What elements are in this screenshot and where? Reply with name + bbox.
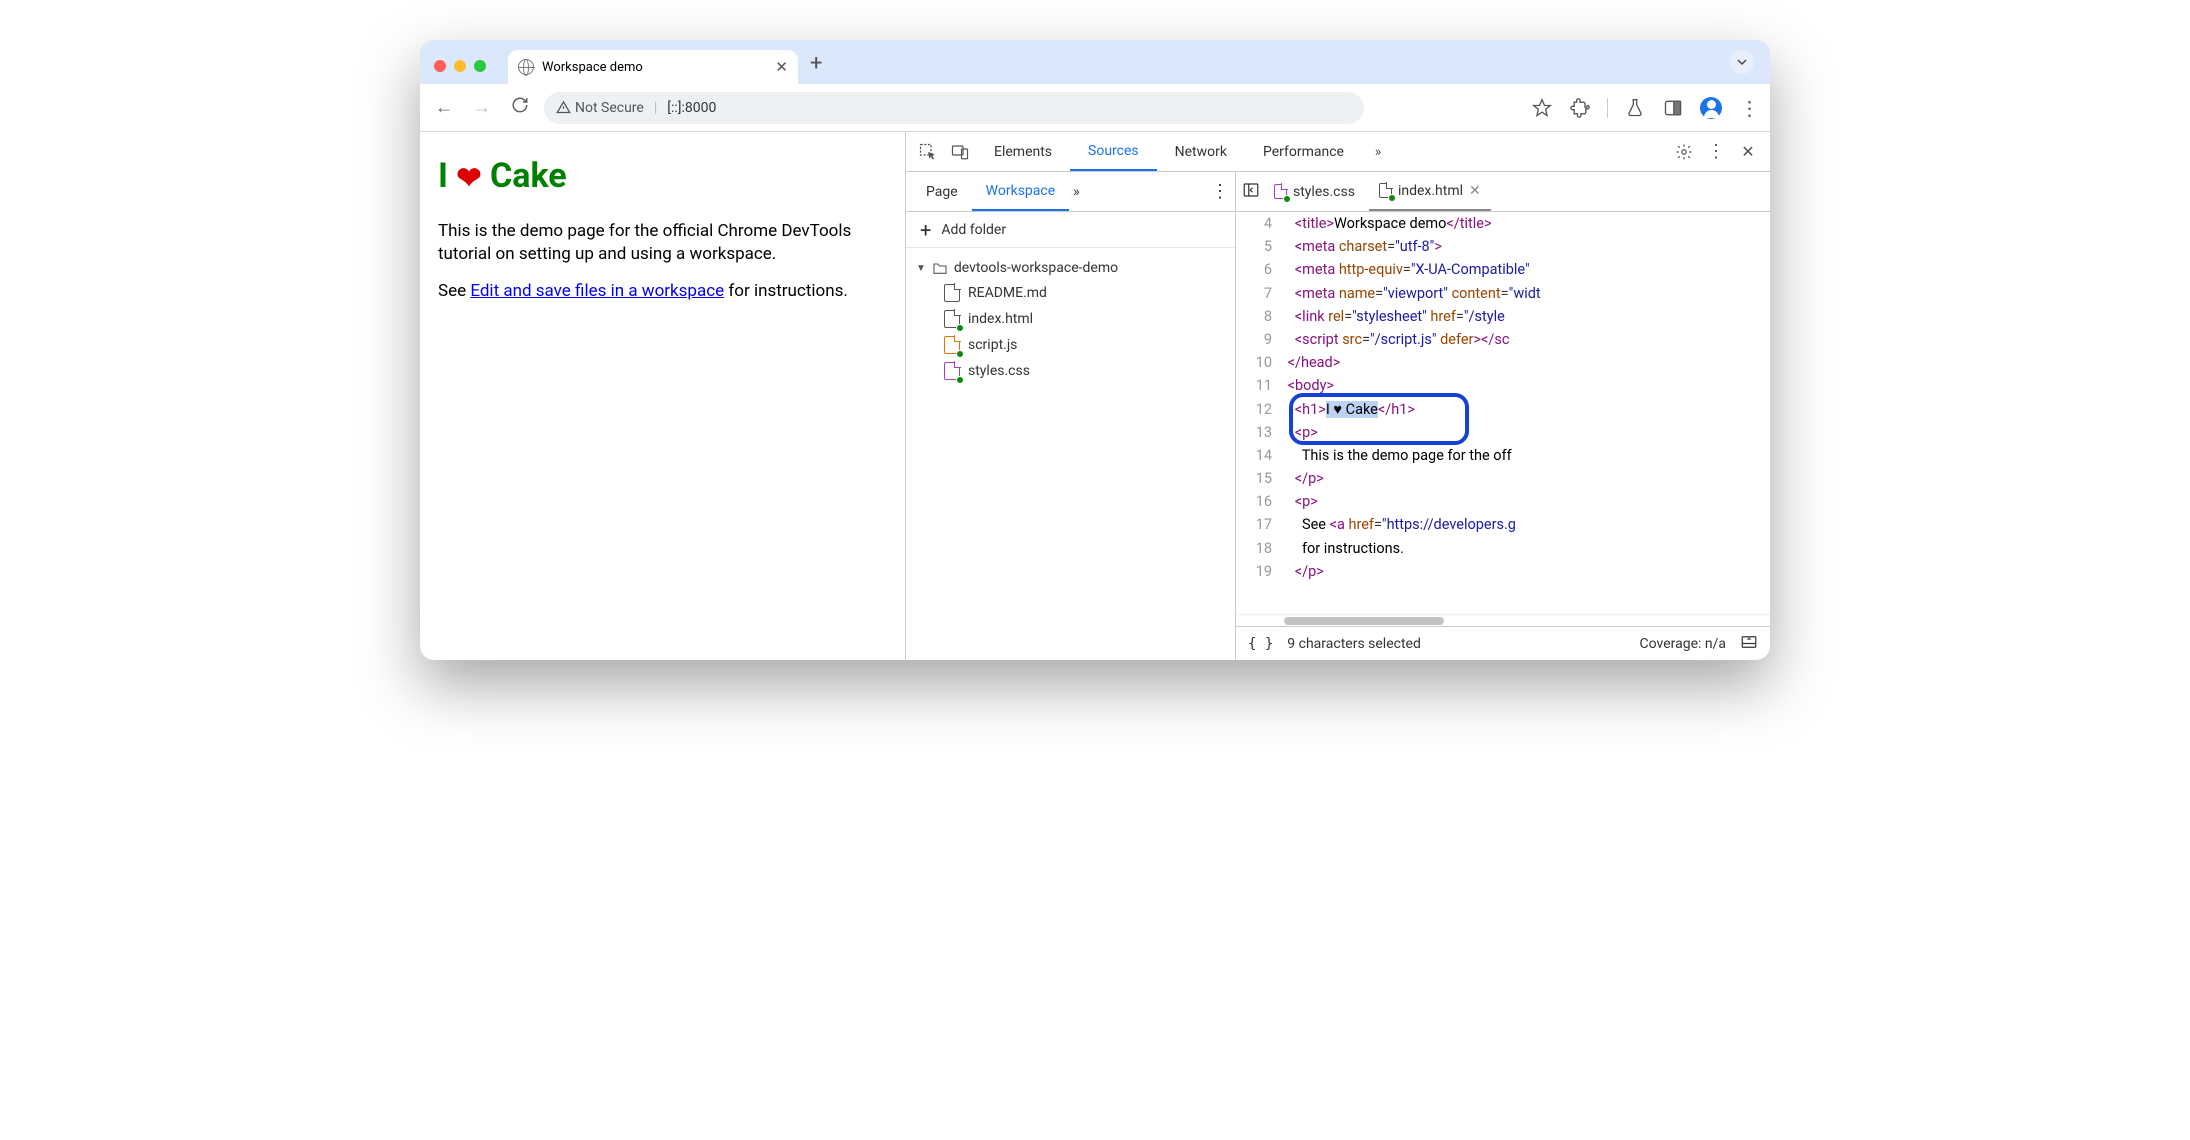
experiments-icon[interactable] (1624, 97, 1646, 119)
url-text: [::]:8000 (667, 100, 716, 116)
more-sources-tabs[interactable]: » (1073, 184, 1080, 200)
toolbar-actions: ⋮ (1531, 97, 1760, 119)
forward-button: → (468, 97, 496, 118)
devtools-tabbar: Elements Sources Network Performance » ⋮… (906, 132, 1770, 172)
side-panel-icon[interactable] (1662, 97, 1684, 119)
editor-tabbar: styles.css index.html ✕ (1236, 172, 1770, 212)
close-window-button[interactable] (434, 60, 446, 72)
tab-sources[interactable]: Sources (1070, 132, 1157, 171)
folder-item[interactable]: ▼ devtools-workspace-demo (914, 256, 1227, 280)
toggle-drawer-icon[interactable] (1740, 633, 1758, 655)
sources-menu-button[interactable]: ⋮ (1211, 181, 1229, 202)
tab-network[interactable]: Network (1157, 132, 1245, 171)
inspect-element-icon[interactable] (912, 143, 944, 161)
file-icon (944, 284, 960, 302)
minimize-window-button[interactable] (454, 60, 466, 72)
window-controls (434, 60, 486, 72)
more-tabs-button[interactable]: » (1362, 144, 1394, 160)
page-paragraph: This is the demo page for the official C… (438, 220, 887, 266)
disclosure-triangle-icon: ▼ (916, 263, 926, 274)
file-item-index[interactable]: index.html (914, 306, 1227, 332)
sources-navigator: Page Workspace » ⋮ + Add folder ▼ (906, 172, 1236, 660)
pretty-print-icon[interactable]: { } (1248, 636, 1273, 652)
editor-tab-index[interactable]: index.html ✕ (1369, 172, 1491, 211)
file-item-readme[interactable]: README.md (914, 280, 1227, 306)
bookmark-icon[interactable] (1531, 97, 1553, 119)
file-icon (1379, 183, 1392, 198)
address-bar[interactable]: Not Secure | [::]:8000 (544, 92, 1364, 124)
maximize-window-button[interactable] (474, 60, 486, 72)
file-icon (1274, 184, 1287, 199)
page-heading: I ❤ Cake (438, 154, 887, 200)
security-indicator[interactable]: Not Secure (556, 100, 644, 116)
tab-strip: Workspace demo ✕ + (420, 40, 1770, 84)
editor-tab-styles[interactable]: styles.css (1264, 172, 1365, 211)
back-button[interactable]: ← (430, 97, 458, 118)
close-editor-tab-button[interactable]: ✕ (1469, 183, 1481, 199)
sources-tab-workspace[interactable]: Workspace (972, 172, 1070, 211)
reload-button[interactable] (506, 96, 534, 119)
browser-tab[interactable]: Workspace demo ✕ (508, 50, 798, 84)
device-toolbar-icon[interactable] (944, 143, 976, 161)
close-tab-button[interactable]: ✕ (775, 58, 788, 76)
file-tree: ▼ devtools-workspace-demo README.md inde… (906, 248, 1235, 392)
tab-title: Workspace demo (542, 60, 643, 75)
page-content-area: I ❤ Cake This is the demo page for the o… (420, 132, 1770, 660)
profile-button[interactable] (1700, 97, 1722, 119)
workspace-tutorial-link[interactable]: Edit and save files in a workspace (470, 281, 724, 301)
file-item-script[interactable]: script.js (914, 332, 1227, 358)
settings-icon[interactable] (1668, 143, 1700, 161)
devtools-panel: Elements Sources Network Performance » ⋮… (905, 132, 1770, 660)
toggle-navigator-icon[interactable] (1242, 181, 1260, 203)
add-folder-button[interactable]: + Add folder (906, 212, 1235, 248)
extensions-icon[interactable] (1569, 97, 1591, 119)
file-icon (944, 362, 960, 380)
file-icon (944, 310, 960, 328)
code-editor[interactable]: 4 <title>Workspace demo</title>5 <meta c… (1236, 212, 1770, 614)
close-devtools-button[interactable]: ✕ (1732, 142, 1764, 161)
sources-tab-page[interactable]: Page (912, 172, 972, 211)
heart-icon: ❤ (456, 161, 481, 196)
tab-elements[interactable]: Elements (976, 132, 1070, 171)
page-paragraph: See Edit and save files in a workspace f… (438, 280, 887, 303)
file-item-styles[interactable]: styles.css (914, 358, 1227, 384)
editor-panel: styles.css index.html ✕ 4 <title>Workspa… (1236, 172, 1770, 660)
editor-statusbar: { } 9 characters selected Coverage: n/a (1236, 626, 1770, 660)
coverage-status: Coverage: n/a (1640, 636, 1726, 652)
horizontal-scrollbar[interactable] (1236, 614, 1770, 626)
toolbar: ← → Not Secure | [::]:8000 (420, 84, 1770, 132)
globe-icon (518, 59, 534, 75)
security-label: Not Secure (575, 100, 644, 116)
kebab-menu-button[interactable]: ⋮ (1738, 97, 1760, 119)
rendered-page: I ❤ Cake This is the demo page for the o… (420, 132, 905, 660)
tab-performance[interactable]: Performance (1245, 132, 1362, 171)
tab-list-button[interactable] (1730, 50, 1754, 74)
devtools-menu-button[interactable]: ⋮ (1700, 141, 1732, 162)
selection-status: 9 characters selected (1287, 636, 1421, 652)
new-tab-button[interactable]: + (810, 51, 822, 76)
file-icon (944, 336, 960, 354)
browser-window: Workspace demo ✕ + ← → Not Secure | [::]… (420, 40, 1770, 660)
